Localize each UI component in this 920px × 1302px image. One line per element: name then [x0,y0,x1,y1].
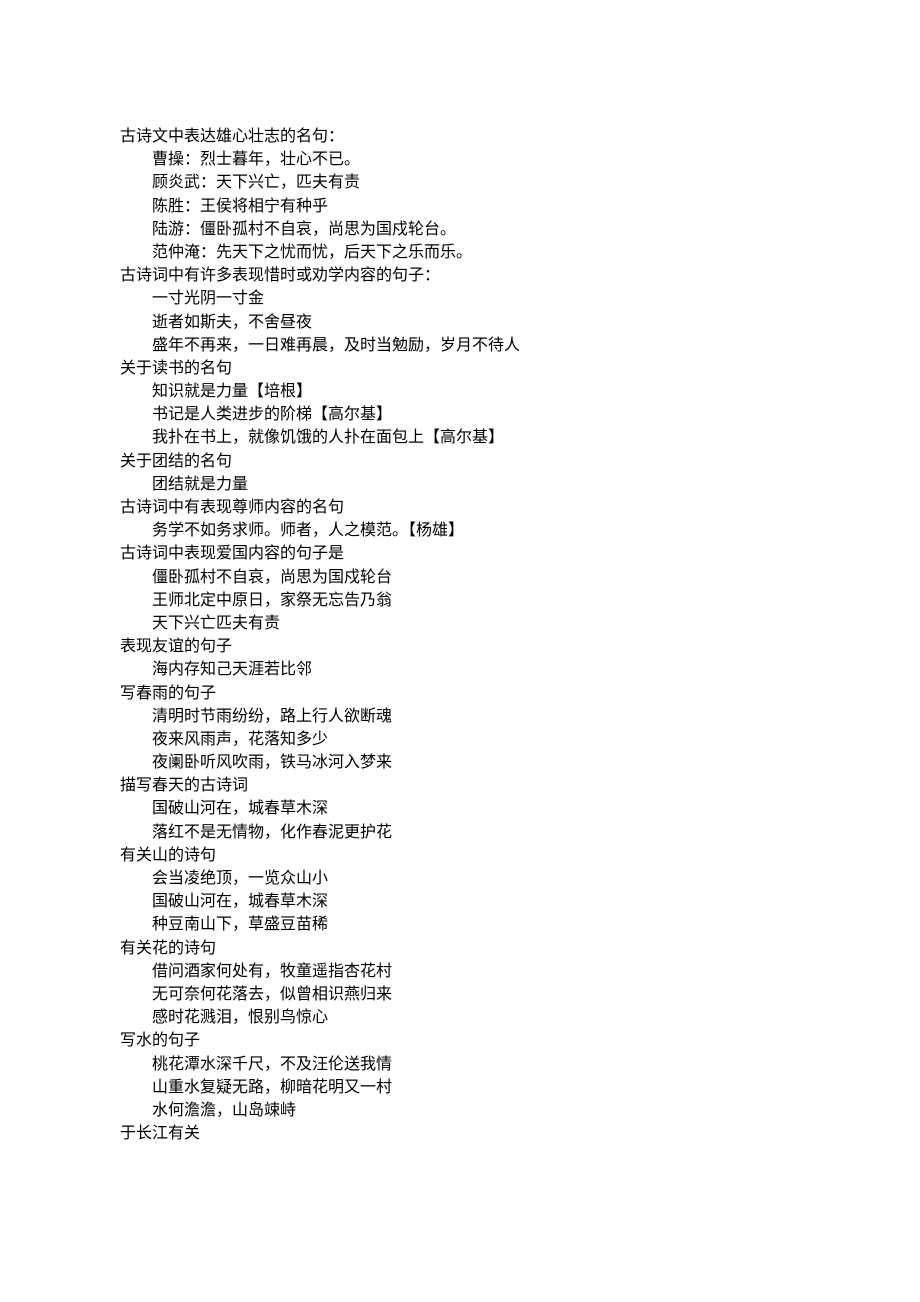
section-6: 表现友谊的句子 海内存知己天涯若比邻 [120,635,800,681]
section-item: 僵卧孤村不自哀，尚思为国戍轮台 [120,566,800,589]
section-item: 务学不如务求师。师者，人之模范。【杨雄】 [120,519,800,542]
section-heading: 古诗词中表现爱国内容的句子是 [120,542,800,565]
section-item: 逝者如斯夫，不舍昼夜 [120,311,800,334]
section-heading: 古诗词中有表现尊师内容的名句 [120,496,800,519]
section-item: 书记是人类进步的阶梯【高尔基】 [120,403,800,426]
section-item: 会当凌绝顶，一览众山小 [120,867,800,890]
section-item: 夜来风雨声，花落知多少 [120,728,800,751]
section-item: 国破山河在，城春草木深 [120,797,800,820]
section-item: 陆游：僵卧孤村不自哀，尚思为国戍轮台。 [120,218,800,241]
section-item: 顾炎武：天下兴亡，匹夫有责 [120,171,800,194]
section-8: 描写春天的古诗词 国破山河在，城春草木深 落红不是无情物，化作春泥更护花 [120,774,800,844]
section-item: 一寸光阴一寸金 [120,287,800,310]
section-item: 国破山河在，城春草木深 [120,890,800,913]
section-heading: 于长江有关 [120,1122,800,1145]
section-heading: 写春雨的句子 [120,682,800,705]
section-item: 曹操：烈士暮年，壮心不已。 [120,148,800,171]
section-item: 范仲淹：先天下之忧而忧，后天下之乐而乐。 [120,241,800,264]
section-item: 种豆南山下，草盛豆苗稀 [120,913,800,936]
section-item: 我扑在书上，就像饥饿的人扑在面包上【高尔基】 [120,426,800,449]
section-item: 盛年不再来，一日难再晨，及时当勉励，岁月不待人 [120,334,800,357]
section-10: 有关花的诗句 借问酒家何处有，牧童遥指杏花村 无可奈何花落去，似曾相识燕归来 感… [120,937,800,1030]
section-5: 古诗词中表现爱国内容的句子是 僵卧孤村不自哀，尚思为国戍轮台 王师北定中原日，家… [120,542,800,635]
section-item: 知识就是力量【培根】 [120,380,800,403]
section-heading: 关于团结的名句 [120,450,800,473]
section-item: 王师北定中原日，家祭无忘告乃翁 [120,589,800,612]
section-item: 夜阑卧听风吹雨，铁马冰河入梦来 [120,751,800,774]
section-1: 古诗词中有许多表现惜时或劝学内容的句子： 一寸光阴一寸金 逝者如斯夫，不舍昼夜 … [120,264,800,357]
section-item: 天下兴亡匹夫有责 [120,612,800,635]
section-7: 写春雨的句子 清明时节雨纷纷，路上行人欲断魂 夜来风雨声，花落知多少 夜阑卧听风… [120,682,800,775]
section-item: 桃花潭水深千尺，不及汪伦送我情 [120,1053,800,1076]
section-item: 水何澹澹，山岛竦峙 [120,1099,800,1122]
section-heading: 表现友谊的句子 [120,635,800,658]
section-item: 落红不是无情物，化作春泥更护花 [120,821,800,844]
section-4: 古诗词中有表现尊师内容的名句 务学不如务求师。师者，人之模范。【杨雄】 [120,496,800,542]
section-item: 清明时节雨纷纷，路上行人欲断魂 [120,705,800,728]
section-heading: 古诗文中表达雄心壮志的名句： [120,125,800,148]
section-heading: 描写春天的古诗词 [120,774,800,797]
section-12: 于长江有关 [120,1122,800,1145]
section-9: 有关山的诗句 会当凌绝顶，一览众山小 国破山河在，城春草木深 种豆南山下，草盛豆… [120,844,800,937]
section-11: 写水的句子 桃花潭水深千尺，不及汪伦送我情 山重水复疑无路，柳暗花明又一村 水何… [120,1029,800,1122]
section-item: 团结就是力量 [120,473,800,496]
section-item: 山重水复疑无路，柳暗花明又一村 [120,1076,800,1099]
section-heading: 写水的句子 [120,1029,800,1052]
section-item: 感时花溅泪，恨别鸟惊心 [120,1006,800,1029]
section-item: 陈胜：王侯将相宁有种乎 [120,195,800,218]
section-3: 关于团结的名句 团结就是力量 [120,450,800,496]
section-heading: 古诗词中有许多表现惜时或劝学内容的句子： [120,264,800,287]
section-heading: 关于读书的名句 [120,357,800,380]
section-item: 借问酒家何处有，牧童遥指杏花村 [120,960,800,983]
document-page: 古诗文中表达雄心壮志的名句： 曹操：烈士暮年，壮心不已。 顾炎武：天下兴亡，匹夫… [0,0,920,1302]
section-item: 海内存知己天涯若比邻 [120,658,800,681]
section-item: 无可奈何花落去，似曾相识燕归来 [120,983,800,1006]
section-2: 关于读书的名句 知识就是力量【培根】 书记是人类进步的阶梯【高尔基】 我扑在书上… [120,357,800,450]
section-0: 古诗文中表达雄心壮志的名句： 曹操：烈士暮年，壮心不已。 顾炎武：天下兴亡，匹夫… [120,125,800,264]
section-heading: 有关山的诗句 [120,844,800,867]
section-heading: 有关花的诗句 [120,937,800,960]
